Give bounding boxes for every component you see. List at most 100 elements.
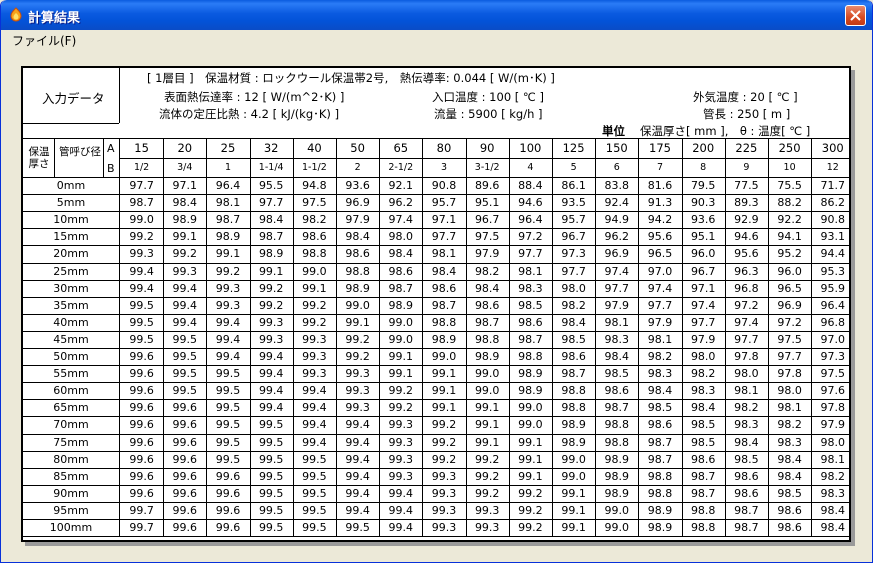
row-thickness-label: 5mm <box>56 196 86 210</box>
value-cell: 98.4 <box>172 196 198 210</box>
size-b-cell: 1-1/2 <box>302 162 327 173</box>
value-cell: 98.1 <box>518 264 543 278</box>
value-cell: 99.1 <box>518 469 543 483</box>
value-cell: 92.2 <box>777 213 802 227</box>
value-cell: 96.7 <box>561 230 586 244</box>
value-cell: 97.9 <box>345 213 370 227</box>
value-cell: 99.4 <box>215 350 241 363</box>
value-cell: 94.1 <box>777 230 802 244</box>
value-cell: 99.1 <box>431 384 457 398</box>
value-cell: 97.4 <box>734 315 759 329</box>
size-b-cell: 9 <box>743 162 750 173</box>
value-cell: 98.1 <box>647 332 673 346</box>
value-cell: 95.9 <box>820 281 846 295</box>
value-cell: 99.1 <box>345 315 370 329</box>
value-cell: 97.8 <box>820 401 846 415</box>
value-cell: 99.6 <box>172 418 198 432</box>
value-cell: 98.9 <box>604 452 630 466</box>
size-b-cell: 8 <box>700 162 707 173</box>
value-cell: 98.8 <box>561 401 586 415</box>
value-cell: 97.3 <box>561 247 586 261</box>
value-cell: 98.8 <box>647 486 673 500</box>
row-divider <box>23 467 849 469</box>
value-cell: 99.6 <box>215 521 241 534</box>
value-cell: 98.4 <box>777 469 802 483</box>
value-cell: 99.2 <box>518 503 543 517</box>
row-thickness-label: 95mm <box>53 503 89 517</box>
value-cell: 98.0 <box>820 435 846 449</box>
value-cell: 98.8 <box>431 315 457 329</box>
value-cell: 99.4 <box>258 350 284 363</box>
value-cell: 99.3 <box>388 452 414 466</box>
value-cell: 99.5 <box>258 469 284 483</box>
row-thickness-label: 80mm <box>53 452 89 466</box>
value-cell: 98.6 <box>734 486 759 500</box>
value-cell: 99.5 <box>215 401 241 415</box>
value-cell: 99.2 <box>258 281 284 295</box>
value-cell: 99.1 <box>388 350 414 363</box>
title-bar[interactable]: 計算結果 <box>1 0 872 30</box>
value-cell: 98.7 <box>647 435 673 449</box>
value-cell: 89.6 <box>474 179 500 192</box>
value-cell: 98.9 <box>604 486 630 500</box>
value-cell: 97.1 <box>690 281 716 295</box>
value-cell: 94.6 <box>518 196 543 210</box>
value-cell: 99.4 <box>345 452 370 466</box>
value-cell: 89.3 <box>734 196 759 210</box>
value-cell: 88.2 <box>777 196 802 210</box>
value-cell: 92.9 <box>734 213 759 227</box>
value-cell: 99.0 <box>388 332 414 346</box>
value-cell: 99.2 <box>129 230 154 244</box>
row-thickness-label: 10mm <box>53 213 89 227</box>
value-cell: 97.5 <box>302 196 327 210</box>
value-cell: 97.7 <box>690 315 716 329</box>
value-cell: 99.4 <box>215 315 241 329</box>
close-button[interactable] <box>845 5 866 26</box>
value-cell: 99.6 <box>129 435 154 449</box>
row-divider <box>23 484 849 486</box>
row-thickness-label: 85mm <box>53 469 89 483</box>
row-divider <box>23 313 849 315</box>
value-cell: 99.3 <box>345 401 370 415</box>
value-cell: 99.4 <box>345 469 370 483</box>
row-divider <box>23 296 849 298</box>
value-cell: 99.3 <box>388 418 414 432</box>
value-cell: 98.7 <box>258 230 284 244</box>
value-cell: 98.3 <box>518 281 543 295</box>
value-cell: 99.6 <box>172 521 198 534</box>
value-cell: 98.0 <box>388 230 414 244</box>
value-cell: 98.4 <box>777 452 802 466</box>
value-cell: 94.2 <box>647 213 673 227</box>
value-cell: 98.9 <box>604 469 630 483</box>
value-cell: 96.5 <box>777 281 802 295</box>
value-cell: 99.4 <box>172 315 198 329</box>
thickness-divider <box>54 138 55 177</box>
value-cell: 98.9 <box>388 298 414 312</box>
size-a-cell: 125 <box>562 141 585 155</box>
value-cell: 98.2 <box>474 264 500 278</box>
value-cell: 97.4 <box>604 264 630 278</box>
value-cell: 99.3 <box>431 486 457 500</box>
value-cell: 99.5 <box>129 298 154 312</box>
value-cell: 99.1 <box>561 521 586 534</box>
menu-file[interactable]: ファイル(F) <box>12 32 76 49</box>
value-cell: 99.4 <box>302 435 327 449</box>
row-thickness-label: 90mm <box>53 486 89 500</box>
value-cell: 98.5 <box>777 486 802 500</box>
value-cell: 97.6 <box>820 384 846 398</box>
value-cell: 98.2 <box>777 418 802 432</box>
window-title: 計算結果 <box>28 11 81 26</box>
value-cell: 79.5 <box>690 179 716 192</box>
value-cell: 98.7 <box>604 401 630 415</box>
value-cell: 93.6 <box>690 213 716 227</box>
value-cell: 96.4 <box>215 179 241 192</box>
value-cell: 98.7 <box>431 298 457 312</box>
value-cell: 99.0 <box>561 452 586 466</box>
value-cell: 97.9 <box>647 315 673 329</box>
value-cell: 97.9 <box>474 247 500 261</box>
size-b-cell: 4 <box>527 162 534 173</box>
value-cell: 98.8 <box>302 247 327 261</box>
value-cell: 99.1 <box>474 418 500 432</box>
value-cell: 99.5 <box>215 384 241 398</box>
value-cell: 99.0 <box>129 213 154 227</box>
